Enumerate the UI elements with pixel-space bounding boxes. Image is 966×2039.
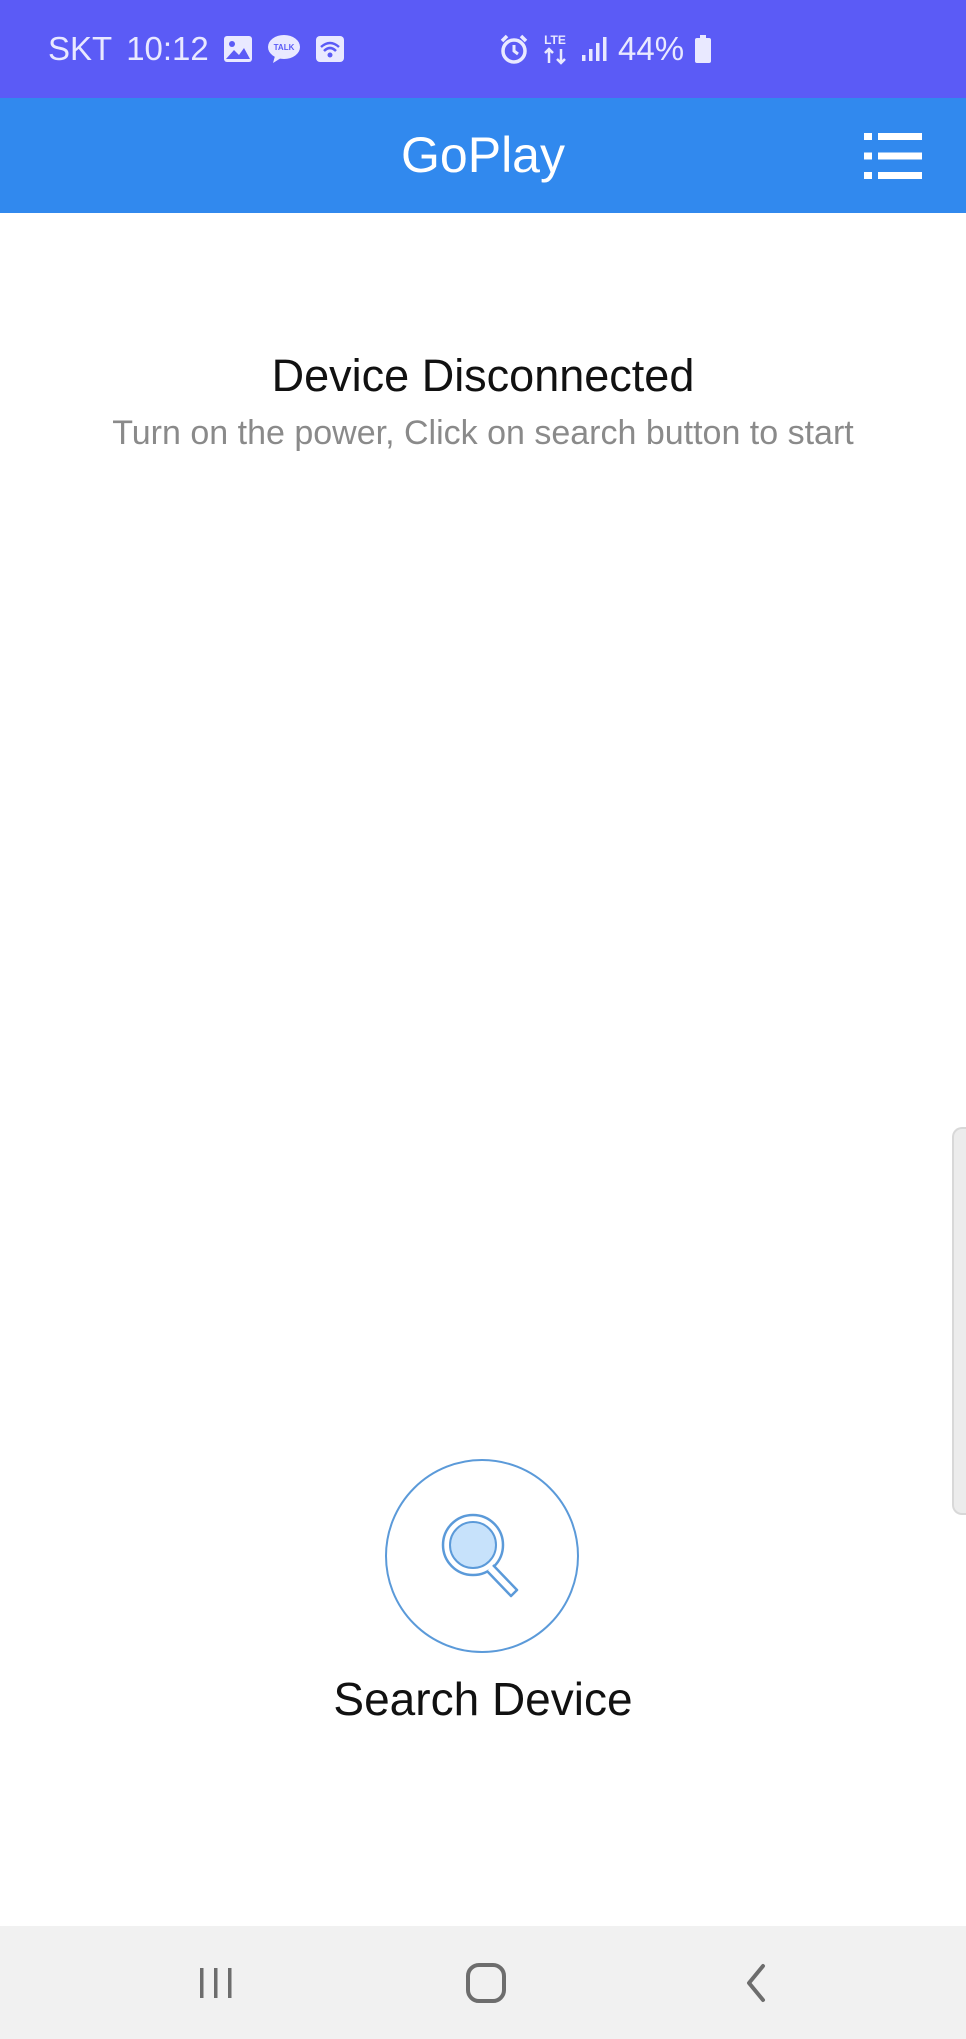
image-icon xyxy=(223,35,253,63)
device-status-subtitle: Turn on the power, Click on search butto… xyxy=(112,414,854,452)
recent-apps-icon xyxy=(200,1967,232,1998)
alarm-icon xyxy=(498,33,530,65)
talk-icon: TALK xyxy=(267,34,301,64)
battery-icon xyxy=(694,34,712,64)
home-icon xyxy=(466,1962,506,2003)
battery-percent: 44% xyxy=(618,30,685,67)
magnifier-icon xyxy=(441,1513,519,1598)
signal-icon xyxy=(580,35,608,63)
status-bar-right: LTE 44% xyxy=(498,0,712,98)
edge-panel-handle[interactable] xyxy=(952,1127,966,1515)
search-device-button[interactable] xyxy=(385,1459,579,1653)
back-icon xyxy=(747,1963,765,2002)
app-title: GoPlay xyxy=(401,127,565,183)
clock-label: 10:12 xyxy=(126,30,209,67)
wifi-icon xyxy=(315,35,345,63)
status-bar: SKT 10:12 TALK LTE 44% xyxy=(0,0,966,98)
navigation-bar xyxy=(0,1926,966,2039)
app-bar: GoPlay xyxy=(0,98,966,213)
talk-badge-text: TALK xyxy=(273,43,294,52)
status-bar-left: SKT 10:12 TALK xyxy=(48,0,345,98)
home-button[interactable] xyxy=(426,1926,546,2039)
lte-text: LTE xyxy=(544,33,566,47)
lte-icon: LTE xyxy=(540,31,570,67)
list-menu-icon xyxy=(864,133,922,179)
search-device-label[interactable]: Search Device xyxy=(0,1672,966,1726)
device-status-title: Device Disconnected xyxy=(271,350,695,401)
recent-apps-button[interactable] xyxy=(156,1926,276,2039)
menu-button[interactable] xyxy=(864,133,922,179)
carrier-label: SKT xyxy=(48,30,113,67)
back-button[interactable] xyxy=(696,1926,816,2039)
screen: SKT 10:12 TALK LTE 44% GoPlay Device Dis… xyxy=(0,0,966,2039)
